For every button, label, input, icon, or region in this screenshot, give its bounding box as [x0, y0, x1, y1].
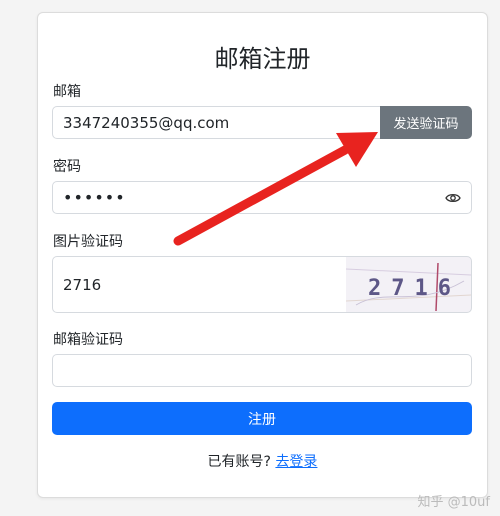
email-field[interactable]: 3347240355@qq.com	[52, 106, 381, 139]
password-label: 密码	[53, 159, 81, 175]
email-code-label: 邮箱验证码	[53, 332, 123, 348]
send-code-button[interactable]: 发送验证码	[380, 106, 472, 139]
captcha-image[interactable]: 2716	[346, 256, 472, 313]
image-captcha-value: 2716	[63, 275, 102, 294]
register-card: 邮箱注册 邮箱 3347240355@qq.com 发送验证码 密码 •••••…	[37, 12, 488, 498]
login-prompt: 已有账号? 去登录	[38, 451, 487, 471]
toggle-password-button[interactable]	[435, 181, 472, 214]
email-value: 3347240355@qq.com	[63, 113, 230, 132]
email-label: 邮箱	[53, 84, 81, 100]
watermark: 知乎 @10uf	[417, 495, 491, 510]
captcha-image-text: 2716	[368, 276, 461, 301]
image-captcha-label: 图片验证码	[53, 234, 123, 250]
password-value: ••••••	[63, 188, 126, 207]
email-code-field[interactable]	[52, 354, 472, 387]
image-captcha-field[interactable]: 2716	[52, 256, 347, 313]
register-button[interactable]: 注册	[52, 402, 472, 435]
eye-icon	[445, 193, 461, 202]
password-field[interactable]: ••••••	[52, 181, 436, 214]
page-title: 邮箱注册	[214, 45, 311, 73]
login-link[interactable]: 去登录	[275, 454, 317, 470]
footer-text: 已有账号?	[207, 454, 271, 470]
